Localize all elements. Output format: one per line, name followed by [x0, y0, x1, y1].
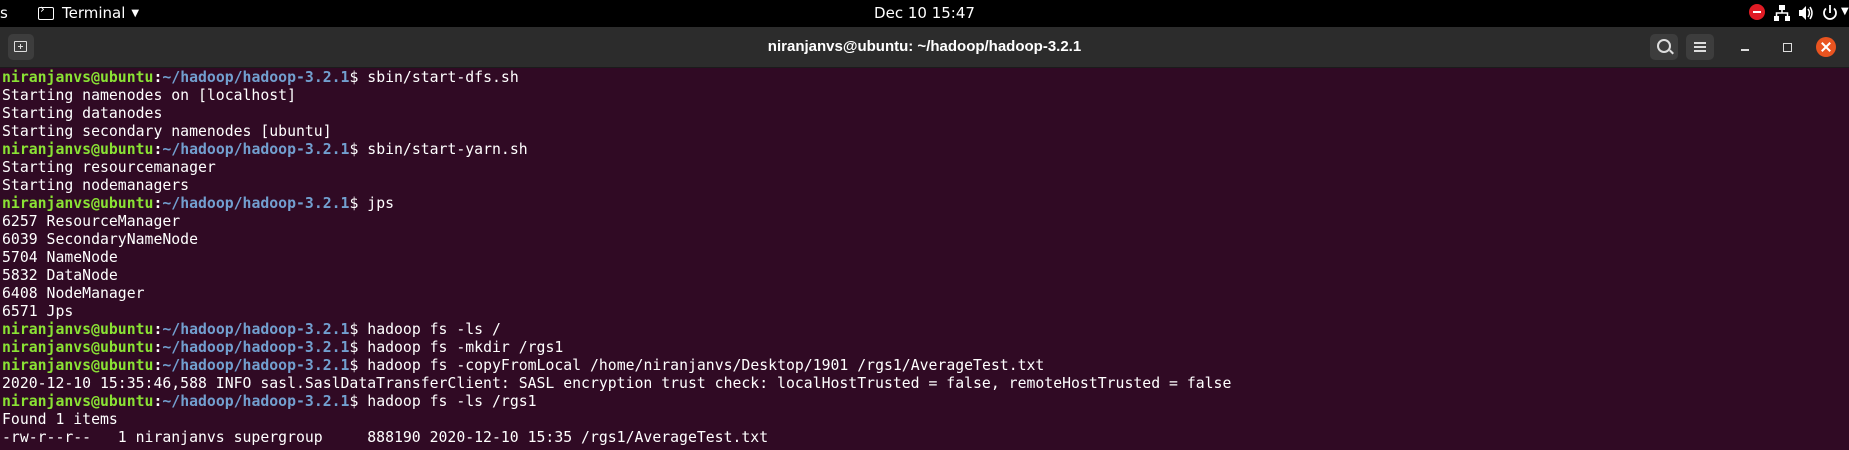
window-title: niranjanvs@ubuntu: ~/hadoop/hadoop-3.2.1: [767, 38, 1082, 55]
command-text: sbin/start-dfs.sh: [367, 69, 519, 86]
terminal-output-line: 6257 ResourceManager: [2, 213, 181, 230]
command-text: sbin/start-yarn.sh: [367, 141, 528, 158]
prompt-user-host: niranjanvs@ubuntu: [2, 357, 154, 374]
terminal-command-line: niranjanvs@ubuntu:~/hadoop/hadoop-3.2.1$…: [0, 321, 1849, 339]
prompt-symbol: $: [349, 141, 368, 158]
speaker-icon[interactable]: [1797, 4, 1815, 22]
close-button[interactable]: [1816, 37, 1836, 57]
chevron-down-icon: ▼: [131, 7, 140, 19]
prompt-symbol: $: [349, 321, 368, 338]
terminal-output-line: Starting namenodes on [localhost]: [2, 87, 296, 104]
terminal-output-line: Starting nodemanagers: [2, 177, 190, 194]
terminal-command-line: niranjanvs@ubuntu:~/hadoop/hadoop-3.2.1$…: [0, 195, 1849, 213]
terminal-output-line: 6571 Jps: [2, 303, 74, 320]
command-text: hadoop fs -copyFromLocal /home/niranjanv…: [367, 357, 1045, 374]
prompt-path: ~/hadoop/hadoop-3.2.1: [162, 357, 350, 374]
terminal-command-line: niranjanvs@ubuntu:~/hadoop/hadoop-3.2.1$…: [0, 357, 1849, 375]
prompt-symbol: $: [349, 393, 368, 410]
minimize-button[interactable]: [1737, 39, 1753, 55]
prompt-path: ~/hadoop/hadoop-3.2.1: [162, 321, 350, 338]
prompt-path: ~/hadoop/hadoop-3.2.1: [162, 141, 350, 158]
terminal-output-line: Found 1 items: [2, 411, 118, 428]
prompt-user-host: niranjanvs@ubuntu: [2, 69, 154, 86]
prompt-path: ~/hadoop/hadoop-3.2.1: [162, 69, 350, 86]
search-button[interactable]: [1650, 34, 1678, 60]
search-icon: [1657, 39, 1671, 53]
app-menu[interactable]: Terminal ▼: [38, 2, 140, 22]
terminal-output-line: 6408 NodeManager: [2, 285, 145, 302]
new-tab-icon: [14, 41, 27, 52]
power-icon[interactable]: [1821, 4, 1839, 22]
prompt-symbol: $: [349, 69, 368, 86]
app-menu-label: Terminal: [62, 4, 126, 22]
command-text: jps: [367, 195, 395, 212]
terminal-output-line: 5832 DataNode: [2, 267, 118, 284]
menu-button[interactable]: [1686, 34, 1714, 60]
terminal-command-line: niranjanvs@ubuntu:~/hadoop/hadoop-3.2.1$…: [0, 393, 1849, 411]
command-text: hadoop fs -mkdir /rgs1: [367, 339, 564, 356]
hamburger-menu-icon: [1694, 42, 1706, 54]
top-bar: s Terminal ▼ Dec 10 15:47 ▼: [0, 0, 1849, 27]
prompt-user-host: niranjanvs@ubuntu: [2, 339, 154, 356]
prompt-symbol: $: [349, 339, 368, 356]
terminal-output-line: -rw-r--r-- 1 niranjanvs supergroup 88819…: [2, 429, 769, 446]
window-title-bar[interactable]: niranjanvs@ubuntu: ~/hadoop/hadoop-3.2.1: [0, 27, 1849, 68]
do-not-disturb-icon[interactable]: [1749, 4, 1765, 20]
prompt-symbol: $: [349, 195, 368, 212]
terminal-command-line: niranjanvs@ubuntu:~/hadoop/hadoop-3.2.1$…: [0, 339, 1849, 357]
clock[interactable]: Dec 10 15:47: [874, 4, 975, 22]
prompt-path: ~/hadoop/hadoop-3.2.1: [162, 195, 350, 212]
activities-button[interactable]: s: [0, 4, 10, 22]
prompt-user-host: niranjanvs@ubuntu: [2, 321, 154, 338]
terminal-icon: [38, 2, 54, 20]
chevron-down-icon[interactable]: ▼: [1841, 6, 1849, 17]
prompt-path: ~/hadoop/hadoop-3.2.1: [162, 393, 350, 410]
maximize-button[interactable]: [1779, 39, 1795, 55]
prompt-path: ~/hadoop/hadoop-3.2.1: [162, 339, 350, 356]
terminal-output[interactable]: niranjanvs@ubuntu:~/hadoop/hadoop-3.2.1$…: [0, 68, 1849, 450]
network-icon[interactable]: [1773, 4, 1791, 22]
prompt-user-host: niranjanvs@ubuntu: [2, 195, 154, 212]
terminal-output-line: 5704 NameNode: [2, 249, 118, 266]
terminal-output-line: 2020-12-10 15:35:46,588 INFO sasl.SaslDa…: [2, 375, 1232, 392]
prompt-user-host: niranjanvs@ubuntu: [2, 141, 154, 158]
new-tab-button[interactable]: [8, 34, 34, 60]
terminal-output-line: Starting resourcemanager: [2, 159, 216, 176]
terminal-command-line: niranjanvs@ubuntu:~/hadoop/hadoop-3.2.1$…: [0, 69, 1849, 87]
command-text: hadoop fs -ls /: [367, 321, 501, 338]
prompt-user-host: niranjanvs@ubuntu: [2, 393, 154, 410]
terminal-output-line: Starting secondary namenodes [ubuntu]: [2, 123, 332, 140]
terminal-output-line: 6039 SecondaryNameNode: [2, 231, 198, 248]
command-text: hadoop fs -ls /rgs1: [367, 393, 537, 410]
terminal-output-line: Starting datanodes: [2, 105, 163, 122]
terminal-command-line: niranjanvs@ubuntu:~/hadoop/hadoop-3.2.1$…: [0, 141, 1849, 159]
prompt-symbol: $: [349, 357, 368, 374]
